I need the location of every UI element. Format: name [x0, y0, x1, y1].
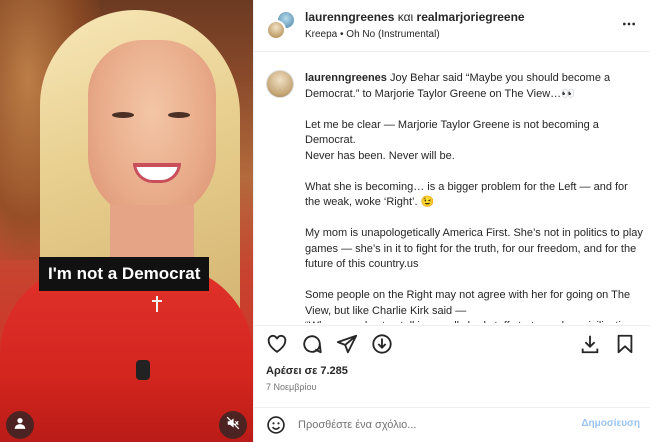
heart-icon — [266, 334, 288, 359]
mute-button[interactable] — [219, 411, 247, 439]
bookmark-icon — [614, 334, 636, 359]
like-button[interactable] — [266, 333, 288, 355]
comment-button[interactable] — [301, 333, 323, 355]
comment-icon — [301, 335, 323, 359]
repost-icon — [371, 334, 393, 359]
caption-paragraph: Some people on the Right may not agree w… — [305, 289, 633, 323]
cross-necklace — [152, 296, 162, 312]
publish-button[interactable]: Δημοσίευση — [581, 418, 640, 429]
repost-button[interactable] — [371, 333, 393, 355]
avatar[interactable] — [266, 70, 294, 98]
conjunction-text: και — [397, 10, 414, 24]
avatar — [266, 20, 286, 40]
post-details-panel: laurenngreenes και realmarjoriegreene Kr… — [253, 0, 650, 442]
lapel-mic — [136, 360, 150, 380]
likes-count[interactable]: Αρέσει σε 7.285 — [266, 365, 348, 377]
action-bar — [254, 325, 650, 361]
username-link[interactable]: laurenngreenes — [305, 10, 394, 24]
username-link[interactable]: laurenngreenes — [305, 72, 387, 84]
caption-section: laurenngreenes Joy Behar said “Maybe you… — [254, 53, 650, 323]
reel-video[interactable]: I'm not a Democrat — [0, 0, 253, 442]
collab-avatars[interactable] — [266, 10, 296, 40]
more-icon — [621, 19, 637, 36]
emoji-button[interactable] — [266, 415, 286, 435]
caption-paragraph: My mom is unapologetically America First… — [305, 227, 643, 270]
caption-paragraph: laurenngreenes Joy Behar said “Maybe you… — [305, 71, 643, 102]
video-subject-face — [88, 40, 216, 220]
share-icon — [336, 334, 358, 359]
mute-icon — [226, 416, 240, 435]
caption-paragraph: What she is becoming… is a bigger proble… — [305, 180, 628, 209]
video-subject-dress — [0, 265, 253, 442]
more-options-button[interactable] — [621, 16, 637, 32]
username-link[interactable]: realmarjoriegreene — [417, 10, 525, 24]
video-caption: I'm not a Democrat — [39, 257, 210, 291]
share-button[interactable] — [336, 333, 358, 355]
video-subject-eye — [168, 112, 190, 118]
download-button[interactable] — [579, 333, 601, 355]
emoji-icon — [266, 416, 286, 439]
post-header: laurenngreenes και realmarjoriegreene Kr… — [254, 0, 650, 52]
comment-input[interactable] — [298, 416, 568, 434]
post-date[interactable]: 7 Νοεμβρίου — [266, 382, 316, 392]
comment-composer: Δημοσίευση — [254, 407, 650, 442]
audio-link[interactable]: Kreepa • Oh No (Instrumental) — [305, 29, 440, 40]
video-subject-eye — [112, 112, 134, 118]
tagged-users-button[interactable] — [6, 411, 34, 439]
collab-usernames: laurenngreenes και realmarjoriegreene — [305, 10, 525, 24]
save-button[interactable] — [614, 333, 636, 355]
caption-text: laurenngreenes Joy Behar said “Maybe you… — [305, 71, 643, 323]
post-modal: I'm not a Democrat laurenngreenes και re… — [0, 0, 650, 442]
user-icon — [13, 416, 27, 435]
download-icon — [579, 335, 601, 359]
caption-paragraph: Let me be clear — Marjorie Taylor Greene… — [305, 118, 599, 162]
